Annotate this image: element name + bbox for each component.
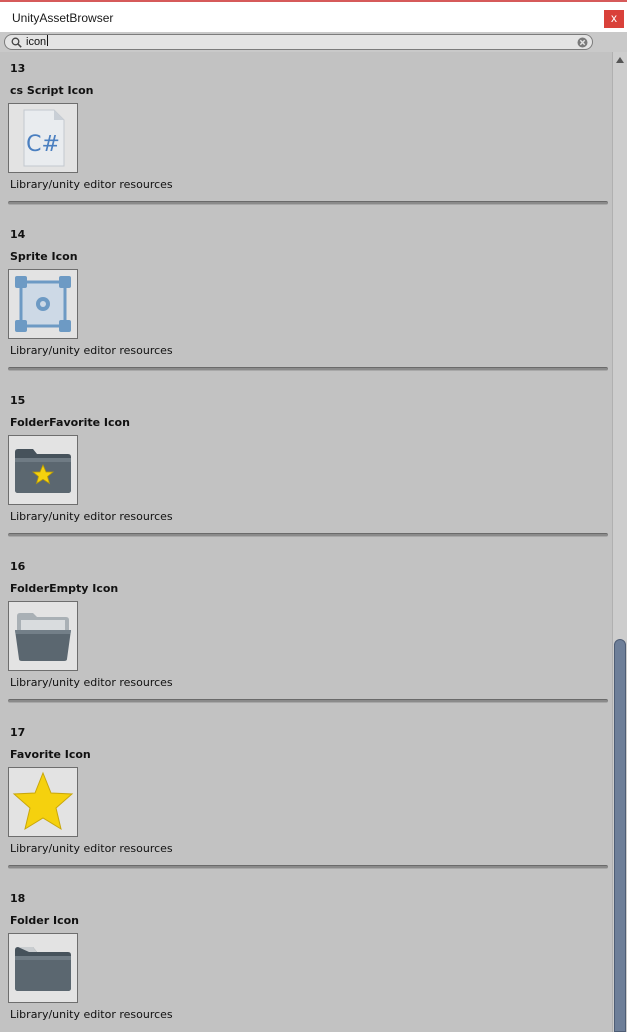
svg-text:C#: C# xyxy=(26,132,60,157)
asset-thumbnail[interactable] xyxy=(8,933,78,1003)
list-item[interactable]: 14 Sprite Icon Library/unity editor reso… xyxy=(0,218,612,384)
list-item[interactable]: 18 Folder Icon Library/unity editor reso… xyxy=(0,882,612,1032)
search-input[interactable]: icon xyxy=(4,34,593,50)
list-item[interactable]: 16 FolderEmpty Icon Library/unity editor… xyxy=(0,550,612,716)
folder-empty-icon xyxy=(15,613,71,661)
scroll-up-arrow-icon[interactable] xyxy=(616,57,624,63)
list-item[interactable]: 13 cs Script Icon C# Library/unity edito… xyxy=(0,52,612,218)
folder-favorite-icon xyxy=(15,449,71,493)
item-index: 17 xyxy=(10,726,26,739)
item-divider xyxy=(8,699,608,703)
folder-icon xyxy=(15,947,71,991)
sprite-icon xyxy=(15,276,71,332)
asset-thumbnail[interactable] xyxy=(8,435,78,505)
close-button[interactable]: x xyxy=(604,10,624,28)
search-value: icon xyxy=(26,35,49,48)
item-name: FolderEmpty Icon xyxy=(10,582,119,595)
item-divider xyxy=(8,367,608,371)
item-name: FolderFavorite Icon xyxy=(10,416,130,429)
item-path: Library/unity editor resources xyxy=(10,344,173,357)
list-item[interactable]: 15 FolderFavorite Icon Library/unity edi… xyxy=(0,384,612,550)
item-name: Favorite Icon xyxy=(10,748,91,761)
item-index: 15 xyxy=(10,394,26,407)
toolbar: icon xyxy=(0,32,627,52)
item-name: Folder Icon xyxy=(10,914,79,927)
item-divider xyxy=(8,533,608,537)
search-icon xyxy=(11,37,22,48)
item-index: 18 xyxy=(10,892,26,905)
clear-search-icon[interactable] xyxy=(577,37,588,48)
item-divider xyxy=(8,865,608,869)
list-item[interactable]: 17 Favorite Icon Library/unity editor re… xyxy=(0,716,612,882)
item-index: 14 xyxy=(10,228,26,241)
asset-thumbnail[interactable] xyxy=(8,767,78,837)
asset-thumbnail[interactable] xyxy=(8,269,78,339)
item-path: Library/unity editor resources xyxy=(10,676,173,689)
vertical-scrollbar[interactable] xyxy=(612,52,627,1032)
item-path: Library/unity editor resources xyxy=(10,178,173,191)
cs-script-icon: C# xyxy=(23,109,65,167)
asset-thumbnail[interactable] xyxy=(8,601,78,671)
asset-list: 13 cs Script Icon C# Library/unity edito… xyxy=(0,52,612,1032)
item-index: 16 xyxy=(10,560,26,573)
item-index: 13 xyxy=(10,62,26,75)
item-path: Library/unity editor resources xyxy=(10,842,173,855)
asset-thumbnail[interactable]: C# xyxy=(8,103,78,173)
item-path: Library/unity editor resources xyxy=(10,510,173,523)
item-path: Library/unity editor resources xyxy=(10,1008,173,1021)
item-name: Sprite Icon xyxy=(10,250,78,263)
favorite-icon xyxy=(12,771,74,831)
title-bar: UnityAssetBrowser x xyxy=(0,0,627,32)
item-divider xyxy=(8,201,608,205)
item-name: cs Script Icon xyxy=(10,84,94,97)
scrollbar-thumb[interactable] xyxy=(614,639,626,1032)
window-title: UnityAssetBrowser xyxy=(12,11,114,25)
